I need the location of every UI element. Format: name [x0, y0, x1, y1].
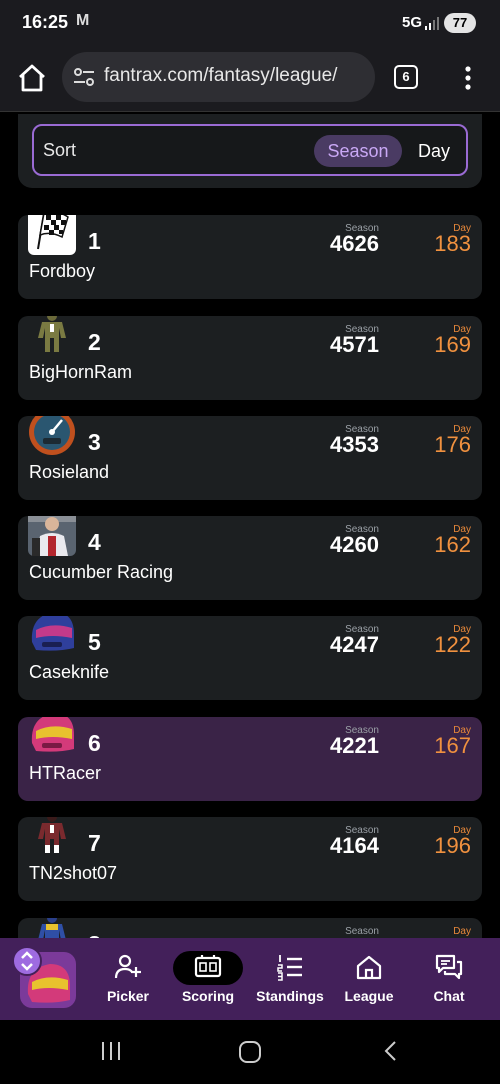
blue-helmet-icon — [31, 616, 74, 651]
season-label: Season — [345, 926, 379, 937]
nav-picker[interactable]: Picker — [88, 952, 168, 1012]
season-points: 4571 — [330, 332, 379, 357]
nav-label: League — [344, 988, 394, 1004]
home-icon[interactable] — [16, 62, 48, 94]
system-navigation-bar — [0, 1020, 500, 1084]
sort-day-option[interactable]: Day — [409, 135, 459, 167]
day-points: 162 — [434, 532, 471, 557]
sort-label: Sort — [43, 140, 77, 160]
team-rank: 4 — [88, 529, 101, 555]
browser-toolbar: fantrax.com/fantasy/league/ 6 — [0, 46, 500, 112]
scoreboard-icon — [194, 955, 222, 978]
season-points: 4164 — [330, 833, 379, 858]
nav-label: Chat — [433, 988, 465, 1004]
day-points: 183 — [434, 231, 471, 256]
add-user-icon — [114, 954, 141, 979]
checkered-flag-icon — [28, 215, 76, 255]
team-name: Cucumber Racing — [29, 562, 174, 582]
team-rank: 7 — [88, 830, 101, 856]
sort-season-option[interactable]: Season — [314, 135, 402, 167]
team-name: HTRacer — [29, 763, 102, 783]
nav-scoring[interactable]: Scoring — [168, 952, 248, 1012]
team-rank: 2 — [88, 329, 101, 355]
day-label: Day — [453, 926, 471, 937]
season-points: 4260 — [330, 532, 379, 557]
url-text: fantrax.com/fantasy/league/ — [104, 65, 338, 86]
team-rank: 3 — [88, 429, 101, 455]
nav-label: Standings — [256, 988, 324, 1004]
status-time: 16:25 — [22, 12, 69, 32]
team-rank: 1 — [88, 228, 101, 254]
ordered-list-icon — [277, 955, 302, 981]
pink-helmet-icon — [31, 717, 74, 752]
status-bar: 16:25 M 5G 77 — [0, 0, 500, 46]
network-type: 5G — [402, 14, 423, 31]
team-card-3[interactable]: 3 Rosieland Season Day 4353 176 — [18, 416, 482, 500]
team-rank: 6 — [88, 730, 101, 756]
team-card-4[interactable]: 4 Cucumber Racing Season Day 4260 162 — [18, 516, 482, 600]
day-points: 196 — [434, 833, 471, 858]
day-points: 167 — [434, 733, 471, 758]
recent-apps-icon[interactable] — [100, 1040, 122, 1062]
team-card-6[interactable]: 6 HTRacer Season Day 4221 167 — [18, 717, 482, 801]
nav-label: Scoring — [181, 988, 235, 1004]
home-button-icon[interactable] — [238, 1040, 262, 1064]
season-points: 4221 — [330, 733, 379, 758]
season-points: 4353 — [330, 432, 379, 457]
team-card-7[interactable]: 7 TN2shot07 Season Day 4164 196 — [18, 817, 482, 901]
driver-photo-icon — [28, 516, 76, 556]
day-points: 176 — [434, 432, 471, 457]
team-rank: 5 — [88, 629, 101, 655]
signal-icon — [425, 17, 439, 30]
address-bar[interactable]: fantrax.com/fantasy/league/ — [62, 52, 375, 102]
season-points: 4247 — [330, 632, 379, 657]
chat-icon — [435, 954, 463, 980]
team-name: BigHornRam — [29, 362, 133, 382]
nav-label: Picker — [106, 988, 150, 1004]
home-icon — [356, 955, 382, 980]
gmail-notification-icon: M — [76, 12, 90, 29]
team-name: Rosieland — [29, 462, 110, 482]
season-points: 4626 — [330, 231, 379, 256]
team-card-2[interactable]: 2 BigHornRam Season Day 4571 169 — [18, 316, 482, 400]
nav-league[interactable]: League — [329, 952, 409, 1012]
nav-chat[interactable]: Chat — [409, 952, 489, 1012]
driver-suit-olive-icon — [38, 316, 66, 352]
site-settings-icon[interactable] — [72, 66, 96, 88]
day-points: 169 — [434, 332, 471, 357]
bottom-navigation: Picker Scoring Standings League Chat — [0, 938, 500, 1020]
team-card-5[interactable]: 5 Caseknife Season Day 4247 122 — [18, 616, 482, 700]
back-icon[interactable] — [380, 1040, 402, 1062]
driver-suit-maroon-icon — [38, 817, 66, 853]
team-switcher-button[interactable] — [12, 946, 76, 1008]
day-points: 122 — [434, 632, 471, 657]
fantrax-gauge-icon — [29, 416, 75, 455]
team-name: Fordboy — [29, 261, 96, 281]
nav-standings[interactable]: Standings — [250, 952, 330, 1012]
tab-switcher-button[interactable]: 6 — [394, 65, 418, 89]
battery-level: 77 — [444, 13, 476, 33]
team-card-1[interactable]: 1 Fordboy Season Day 4626 183 — [18, 215, 482, 299]
expand-collapse-icon[interactable] — [12, 946, 42, 976]
sort-control: Sort Season Day — [32, 124, 468, 176]
team-name: TN2shot07 — [29, 863, 118, 883]
more-options-icon[interactable] — [458, 63, 478, 93]
team-name: Caseknife — [29, 662, 110, 682]
